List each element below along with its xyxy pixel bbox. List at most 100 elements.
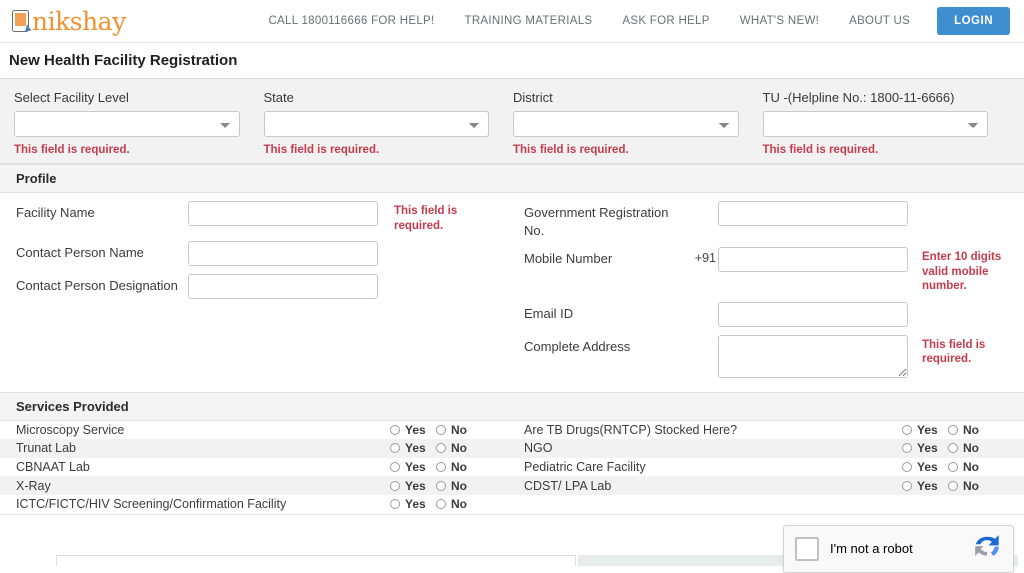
control-contact-person-name [188, 241, 378, 267]
radio-option-yes[interactable]: Yes [390, 441, 436, 455]
service-label: ICTC/FICTC/HIV Screening/Confirmation Fa… [16, 497, 287, 512]
radio-label-yes: Yes [405, 478, 426, 493]
radio-circle-icon [436, 480, 446, 491]
radio-option-no[interactable]: No [436, 423, 482, 437]
error-mobile-number: Enter 10 digits valid mobile number. [922, 251, 1002, 293]
profile-left-column: Facility Name This field is required. Co… [0, 201, 512, 385]
radio-circle-icon [390, 443, 400, 454]
control-contact-person-designation [188, 274, 378, 300]
label-district: District [513, 90, 553, 105]
field-tu: TU -(Helpline No.: 1800-11-6666) This fi… [762, 90, 1013, 157]
radio-circle-icon [902, 462, 912, 473]
radio-circle-icon [436, 462, 446, 473]
nav-item-training-materials[interactable]: TRAINING MATERIALS [450, 15, 608, 27]
service-label: Microscopy Service [16, 422, 125, 437]
site-logo[interactable]: nikshay [12, 9, 126, 34]
radio-option-no[interactable]: No [948, 423, 994, 437]
services-left-column: Microscopy Service Yes No Trunat Lab Yes… [0, 421, 512, 514]
recaptcha-label: I'm not a robot [830, 541, 913, 557]
field-district: District This field is required. [513, 90, 763, 157]
services-panel-body: Microscopy Service Yes No Trunat Lab Yes… [0, 421, 1024, 514]
input-complete-address[interactable] [718, 334, 908, 378]
recaptcha-widget[interactable]: I'm not a robot [783, 524, 1014, 573]
input-mobile-number[interactable] [718, 247, 908, 273]
radio-option-no[interactable]: No [948, 441, 994, 455]
radio-option-no[interactable]: No [948, 479, 994, 493]
spacer-government-registration-no [692, 201, 718, 205]
radio-option-yes[interactable]: Yes [902, 423, 948, 437]
select-district[interactable] [513, 111, 739, 137]
radio-option-yes[interactable]: Yes [902, 441, 948, 455]
radio-option-yes[interactable]: Yes [390, 497, 436, 511]
radio-label-yes: Yes [405, 441, 426, 456]
radio-circle-icon [948, 443, 958, 454]
nav-item-about-us[interactable]: ABOUT US [834, 15, 925, 27]
row-contact-person-designation: Contact Person Designation [16, 274, 504, 300]
input-facility-name[interactable] [188, 201, 378, 227]
control-email-id [692, 301, 908, 327]
mobile-device-icon [12, 10, 29, 32]
radio-label-yes: Yes [405, 460, 426, 475]
site-header: nikshay CALL 1800116666 FOR HELP! TRAINI… [0, 0, 1024, 43]
radio-circle-icon [948, 424, 958, 435]
radio-option-yes[interactable]: Yes [902, 479, 948, 493]
select-state[interactable] [263, 111, 489, 137]
radio-option-no[interactable]: No [948, 460, 994, 474]
input-email-id[interactable] [718, 301, 908, 327]
radio-circle-icon [436, 424, 446, 435]
radio-option-yes[interactable]: Yes [390, 460, 436, 474]
label-complete-address: Complete Address [524, 338, 631, 354]
service-row-trunat-lab: Trunat Lab Yes No [0, 439, 512, 458]
service-options: Yes No [902, 460, 1024, 474]
recaptcha-checkbox[interactable] [795, 536, 819, 561]
input-government-registration-no[interactable] [718, 201, 908, 227]
label-mobile-number: Mobile Number [524, 251, 613, 267]
error-complete-address: This field is required. [922, 338, 986, 365]
radio-circle-icon [390, 480, 400, 491]
radio-circle-icon [390, 424, 400, 435]
page-title-bar: New Health Facility Registration [0, 43, 1024, 79]
select-facility-level[interactable] [14, 111, 240, 137]
radio-option-no[interactable]: No [436, 479, 482, 493]
label-tu: TU -(Helpline No.: 1800-11-6666) [762, 90, 955, 105]
nav-item-call-help[interactable]: CALL 1800116666 FOR HELP! [253, 15, 449, 27]
input-contact-person-designation[interactable] [188, 274, 378, 300]
error-tu: This field is required. [762, 144, 879, 156]
profile-right-column: Government Registration No. Mobile Numbe… [512, 201, 1024, 385]
profile-panel: Profile Facility Name This field is requ… [0, 164, 1024, 391]
page-title: New Health Facility Registration [9, 52, 238, 69]
select-tu[interactable] [762, 111, 988, 137]
partial-field-left[interactable] [56, 554, 576, 566]
service-row-cdst-lpa-lab: CDST/ LPA Lab Yes No [512, 476, 1024, 495]
logo-text: nikshay [32, 6, 126, 36]
radio-option-yes[interactable]: Yes [902, 460, 948, 474]
radio-label-yes: Yes [917, 422, 938, 437]
row-facility-name: Facility Name This field is required. [16, 201, 504, 233]
field-facility-level: Select Facility Level This field is requ… [14, 90, 264, 157]
radio-option-no[interactable]: No [436, 497, 482, 511]
service-label: Trunat Lab [16, 441, 76, 456]
label-email-id: Email ID [524, 305, 574, 321]
service-options: Yes No [390, 479, 512, 493]
service-label: Pediatric Care Facility [524, 460, 646, 475]
radio-option-no[interactable]: No [436, 441, 482, 455]
nav-item-ask-for-help[interactable]: ASK FOR HELP [607, 15, 724, 27]
row-government-registration-no: Government Registration No. [524, 201, 1010, 239]
service-label: NGO [524, 441, 553, 456]
radio-label-no: No [451, 441, 467, 456]
nav-item-whats-new[interactable]: WHAT'S NEW! [725, 15, 834, 27]
radio-option-no[interactable]: No [436, 460, 482, 474]
login-button[interactable]: LOGIN [937, 7, 1010, 35]
service-row-cbnaat-lab: CBNAAT Lab Yes No [0, 458, 512, 477]
radio-circle-icon [948, 480, 958, 491]
service-options: Yes No [390, 423, 512, 437]
input-contact-person-name[interactable] [188, 241, 378, 267]
radio-label-no: No [451, 497, 467, 512]
radio-label-no: No [451, 460, 467, 475]
control-complete-address [692, 334, 908, 378]
main-navigation: CALL 1800116666 FOR HELP! TRAINING MATER… [253, 7, 1010, 35]
radio-circle-icon [390, 462, 400, 473]
radio-option-yes[interactable]: Yes [390, 423, 436, 437]
radio-circle-icon [436, 499, 446, 510]
radio-option-yes[interactable]: Yes [390, 479, 436, 493]
